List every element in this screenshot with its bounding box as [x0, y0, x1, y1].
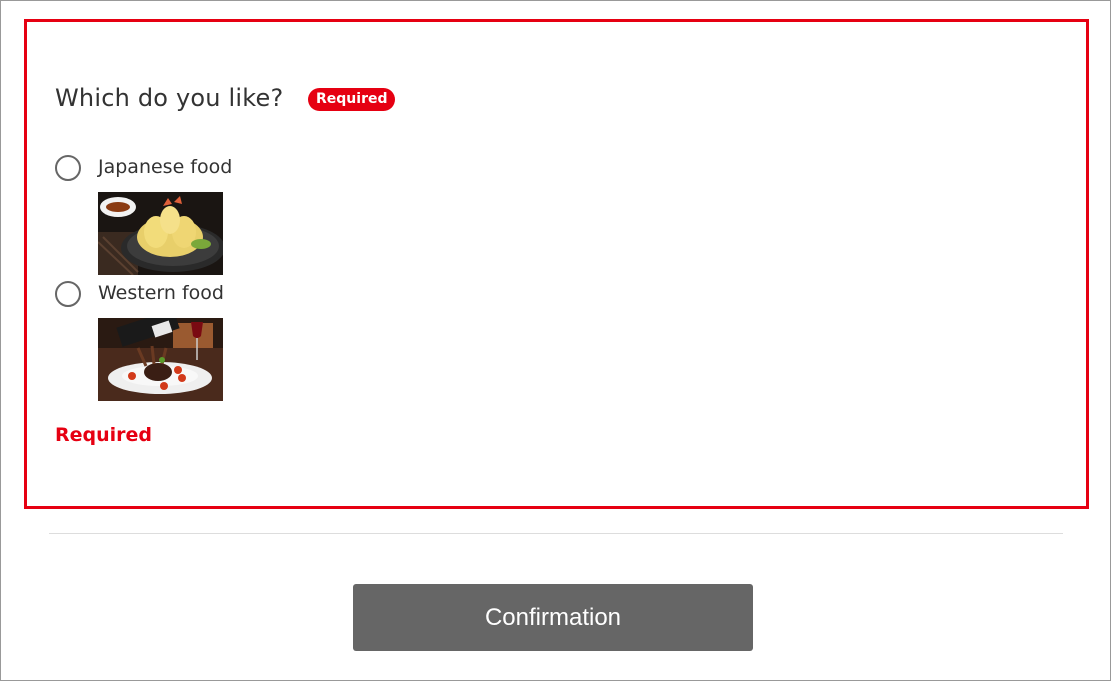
question-title: Which do you like?	[55, 84, 284, 112]
required-badge: Required	[308, 88, 396, 111]
steak-wine-photo-image	[98, 318, 223, 401]
radio-japanese-food[interactable]	[55, 155, 81, 181]
confirmation-button[interactable]: Confirmation	[353, 584, 753, 651]
divider	[49, 533, 1063, 534]
option-label[interactable]: Western food	[98, 282, 224, 304]
tempura-photo-image	[98, 192, 223, 275]
radio-western-food[interactable]	[55, 281, 81, 307]
option-label[interactable]: Japanese food	[98, 156, 232, 178]
page-frame: Which do you like? Required Japanese foo…	[0, 0, 1111, 681]
question-block: Which do you like? Required Japanese foo…	[24, 19, 1089, 509]
required-error-message: Required	[55, 424, 153, 446]
